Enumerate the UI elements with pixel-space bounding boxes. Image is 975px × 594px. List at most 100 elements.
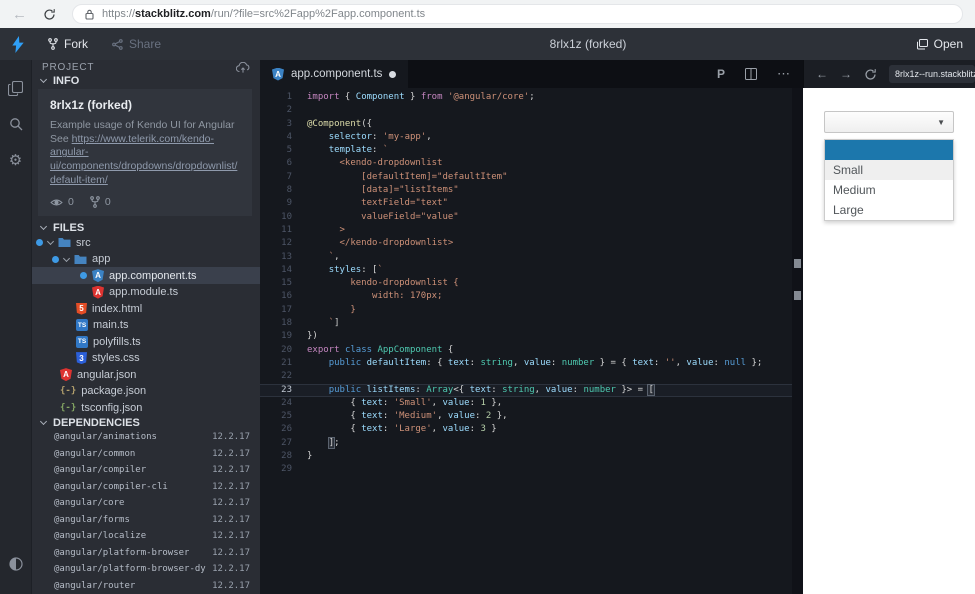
code-line[interactable]: 15 kendo-dropdownlist {	[260, 277, 803, 290]
dependency-row[interactable]: @angular/router 12.2.17	[32, 578, 260, 594]
json-braces-icon: {-}	[60, 386, 77, 397]
code-line[interactable]: 3 @Component({	[260, 118, 803, 131]
prettier-icon[interactable]: P	[717, 67, 725, 81]
code-area[interactable]: 1 import { Component } from '@angular/cor…	[260, 88, 803, 594]
stackblitz-header: Fork Share 8rlx1z (forked) Open	[0, 28, 975, 60]
json-braces-icon: {-}	[60, 402, 77, 413]
file-tree-item-src[interactable]: src	[32, 234, 260, 251]
code-line[interactable]: 2	[260, 104, 803, 117]
info-link[interactable]: https://www.telerik.com/kendo-angular-ui…	[50, 133, 237, 186]
code-line[interactable]: 29	[260, 463, 803, 476]
code-text: ];	[328, 437, 340, 448]
contrast-icon[interactable]	[0, 546, 31, 582]
file-tree-item-styles-css[interactable]: 3 styles.css	[32, 350, 260, 367]
views-count: 0	[68, 196, 74, 209]
search-icon[interactable]	[0, 106, 31, 142]
address-bar[interactable]: https://stackblitz.com/run/?file=src%2Fa…	[72, 4, 963, 24]
dependency-row[interactable]: @angular/compiler-cli 12.2.17	[32, 479, 260, 496]
info-section-header[interactable]: INFO	[32, 75, 260, 87]
code-line[interactable]: 8 [data]="listItems"	[260, 184, 803, 197]
stackblitz-bolt-icon[interactable]	[12, 35, 24, 53]
angular-file-icon: A	[92, 269, 104, 283]
preview-forward-icon[interactable]: →	[840, 67, 852, 81]
file-tree-item-index-html[interactable]: 5 index.html	[32, 300, 260, 317]
cloud-upload-icon[interactable]	[236, 61, 250, 73]
dependency-row[interactable]: @angular/platform-browser-dynamic 12.2.17	[32, 561, 260, 578]
code-line[interactable]: 14 styles: [`	[260, 264, 803, 277]
preview-reload-icon[interactable]	[864, 68, 877, 81]
dependency-name: @angular/platform-browser-dynamic	[54, 564, 206, 575]
code-line[interactable]: 13 `,	[260, 251, 803, 264]
file-label: app.component.ts	[109, 269, 197, 282]
code-line[interactable]: 18 `]	[260, 317, 803, 330]
preview-url[interactable]: 8rlx1z--run.stackblitz	[889, 65, 975, 83]
unsaved-dot-icon	[389, 70, 397, 78]
dependency-row[interactable]: @angular/localize 12.2.17	[32, 528, 260, 545]
code-line[interactable]: 17 }	[260, 304, 803, 317]
split-editor-icon[interactable]	[745, 68, 757, 80]
code-line[interactable]: 23 public listItems: Array<{ text: strin…	[260, 383, 803, 397]
file-tree-item-polyfills-ts[interactable]: TS polyfills.ts	[32, 333, 260, 350]
code-line[interactable]: 5 template: `	[260, 144, 803, 157]
dependencies-section-header[interactable]: DEPENDENCIES	[32, 417, 260, 429]
dependency-row[interactable]: @angular/platform-browser 12.2.17	[32, 545, 260, 562]
dependency-version: 12.2.17	[212, 514, 250, 525]
code-line[interactable]: 27 ];	[260, 437, 803, 450]
line-number: 24	[281, 397, 292, 408]
dependency-row[interactable]: @angular/forms 12.2.17	[32, 512, 260, 529]
code-line[interactable]: 4 selector: 'my-app',	[260, 131, 803, 144]
line-number: 22	[281, 371, 292, 382]
code-line[interactable]: 6 <kendo-dropdownlist	[260, 157, 803, 170]
code-line[interactable]: 20 export class AppComponent {	[260, 344, 803, 357]
file-tree-item-app-component-ts[interactable]: Aapp.component.ts	[32, 267, 260, 284]
modified-dot-icon	[52, 255, 59, 263]
dropdown-item-large[interactable]: Large	[825, 200, 953, 220]
code-line[interactable]: 24 { text: 'Small', value: 1 },	[260, 397, 803, 410]
code-line[interactable]: 7 [defaultItem]="defaultItem"	[260, 171, 803, 184]
dependency-row[interactable]: @angular/compiler 12.2.17	[32, 462, 260, 479]
browser-back-icon[interactable]: ←	[12, 7, 27, 22]
code-line[interactable]: 26 { text: 'Large', value: 3 }	[260, 423, 803, 436]
file-tree-item-package-json[interactable]: {-} package.json	[32, 383, 260, 400]
dropdown-item-medium[interactable]: Medium	[825, 180, 953, 200]
code-line[interactable]: 25 { text: 'Medium', value: 2 },	[260, 410, 803, 423]
dependencies-section-label: DEPENDENCIES	[53, 416, 140, 429]
code-line[interactable]: 21 public defaultItem: { text: string, v…	[260, 357, 803, 370]
dropdown-item-small[interactable]: Small	[825, 160, 953, 180]
fork-button[interactable]: Fork	[48, 37, 88, 51]
code-line[interactable]: 1 import { Component } from '@angular/cor…	[260, 91, 803, 104]
file-tree-item-main-ts[interactable]: TS main.ts	[32, 317, 260, 334]
share-button[interactable]: Share	[112, 37, 161, 51]
code-line[interactable]: 28}	[260, 450, 803, 463]
overview-ruler[interactable]	[792, 88, 803, 594]
dropdown-item-default[interactable]	[825, 140, 953, 160]
code-line[interactable]: 22	[260, 370, 803, 383]
line-number: 5	[286, 145, 292, 156]
code-line[interactable]: 9 textField="text"	[260, 197, 803, 210]
browser-reload-icon[interactable]	[43, 8, 56, 21]
code-line[interactable]: 12 </kendo-dropdownlist>	[260, 237, 803, 250]
settings-gear-icon[interactable]: ⚙	[0, 142, 31, 178]
tab-app-component[interactable]: A app.component.ts	[260, 60, 409, 88]
file-tree-item-app[interactable]: app	[32, 251, 260, 268]
files-icon[interactable]	[0, 70, 31, 106]
line-number: 26	[281, 424, 292, 435]
dependency-version: 12.2.17	[212, 564, 250, 575]
more-actions-icon[interactable]: ⋯	[777, 66, 791, 82]
kendo-dropdownlist[interactable]: ▼	[824, 111, 954, 133]
dependency-row[interactable]: @angular/animations 12.2.17	[32, 429, 260, 446]
code-line[interactable]: 10 valueField="value"	[260, 211, 803, 224]
open-button[interactable]: Open	[916, 37, 963, 51]
code-line[interactable]: 11 >	[260, 224, 803, 237]
file-label: tsconfig.json	[81, 401, 143, 414]
file-tree-item-angular-json[interactable]: Aangular.json	[32, 366, 260, 383]
dependency-row[interactable]: @angular/common 12.2.17	[32, 446, 260, 463]
file-tree-item-tsconfig-json[interactable]: {-} tsconfig.json	[32, 399, 260, 416]
code-line[interactable]: 19})	[260, 330, 803, 343]
chevron-down-icon	[39, 417, 48, 425]
preview-back-icon[interactable]: ←	[816, 67, 828, 81]
file-tree-item-app-module-ts[interactable]: Aapp.module.ts	[32, 284, 260, 301]
files-section-header[interactable]: FILES	[32, 222, 260, 234]
dependency-row[interactable]: @angular/core 12.2.17	[32, 495, 260, 512]
code-line[interactable]: 16 width: 170px;	[260, 290, 803, 303]
